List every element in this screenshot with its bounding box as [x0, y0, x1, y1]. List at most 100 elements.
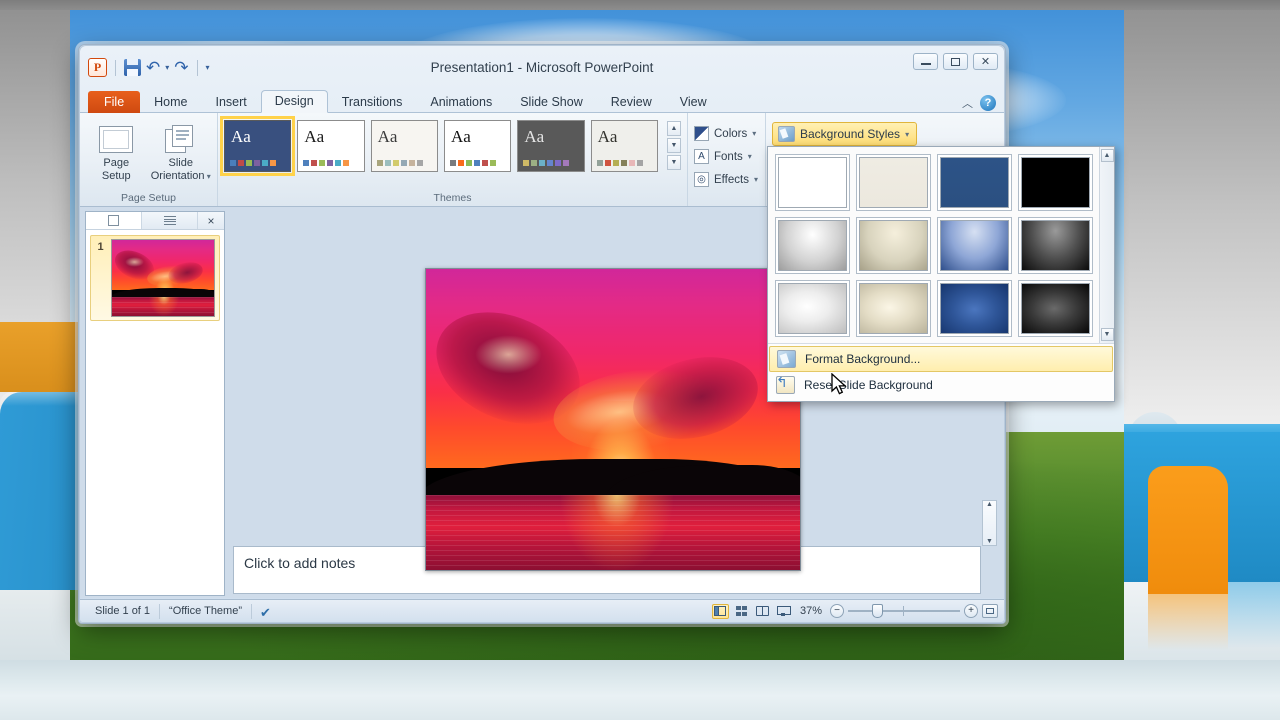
theme-angles[interactable]: Aa	[443, 120, 512, 172]
slide-canvas[interactable]	[425, 268, 801, 571]
tab-transitions[interactable]: Transitions	[328, 92, 417, 113]
themes-gallery: Aa Aa Aa Aa Aa Aa ▲ ▼ ▼	[219, 116, 681, 176]
theme-apex[interactable]: Aa	[517, 120, 585, 172]
zoom-slider[interactable]	[848, 604, 960, 618]
theme-colors-chevron-down-icon[interactable]: ▾	[752, 129, 756, 138]
theme-fonts-button[interactable]: A Fonts ▾	[694, 145, 759, 168]
theme-preview-text: Aa	[304, 127, 325, 146]
style-6[interactable]	[856, 217, 931, 274]
background-dropdown-menu: Format Background... Reset Slide Backgro…	[768, 343, 1114, 401]
outline-tab[interactable]	[142, 212, 198, 229]
themes-scroll-up-button[interactable]: ▲	[666, 121, 681, 136]
reset-slide-background-label: Reset Slide Background	[804, 378, 933, 392]
style-5[interactable]	[775, 217, 850, 274]
background-styles-gallery	[768, 147, 1099, 343]
background-styles-button[interactable]: Background Styles ▾	[772, 122, 918, 146]
style-2[interactable]	[856, 154, 931, 211]
style-11[interactable]	[937, 280, 1012, 337]
tab-insert[interactable]: Insert	[202, 92, 261, 113]
scroll-down-icon[interactable]: ▼	[1100, 328, 1114, 341]
close-pane-button[interactable]: ×	[198, 212, 224, 229]
view-reading-button[interactable]	[754, 604, 771, 619]
minimize-button[interactable]	[913, 53, 938, 70]
theme-preview-text: Aa	[450, 127, 471, 146]
close-button[interactable]: ✕	[973, 53, 998, 70]
themes-more-button[interactable]: ▼	[666, 155, 681, 170]
style-4-preview	[1021, 157, 1090, 208]
zoom-slider-handle[interactable]	[872, 604, 883, 618]
view-normal-button[interactable]	[711, 603, 729, 619]
style-10[interactable]	[856, 280, 931, 337]
theme-preview-text: Aa	[377, 127, 398, 146]
theme-effects-button[interactable]: ◎ Effects ▾	[694, 168, 759, 191]
tab-home[interactable]: Home	[140, 92, 201, 113]
background-gallery-scrollbar[interactable]: ▲ ▼	[1099, 147, 1114, 343]
zoom-slider-tick	[903, 606, 904, 616]
style-9-preview	[778, 283, 847, 334]
themes-group-label: Themes	[433, 192, 472, 204]
format-background-item[interactable]: Format Background...	[769, 346, 1113, 372]
tab-slide-show[interactable]: Slide Show	[506, 92, 597, 113]
slideshow-icon	[777, 606, 792, 616]
theme-office[interactable]: Aa	[297, 120, 365, 172]
slide-pane-tabs: ×	[86, 212, 224, 230]
tab-file[interactable]: File	[88, 91, 141, 113]
reset-slide-background-item[interactable]: Reset Slide Background	[768, 372, 1114, 398]
style-9[interactable]	[775, 280, 850, 337]
theme-effects-chevron-down-icon[interactable]: ▾	[754, 175, 758, 184]
zoom-in-button[interactable]: +	[964, 604, 978, 618]
ribbon-group-page-setup: Page Setup Slide Orientation ▾ Page Setu…	[80, 113, 217, 206]
view-slideshow-button[interactable]	[775, 604, 792, 619]
paint-bucket-icon	[777, 350, 796, 368]
zoom-level-label: 37%	[799, 605, 822, 617]
style-3[interactable]	[937, 154, 1012, 211]
restore-button[interactable]	[943, 53, 968, 70]
page-setup-label-line2: Setup	[101, 169, 131, 182]
themes-scroll-down-button[interactable]: ▼	[666, 138, 681, 153]
tab-design[interactable]: Design	[260, 90, 328, 113]
style-1[interactable]	[775, 154, 850, 211]
slide-thumbnails-list: 1	[86, 230, 224, 595]
fit-slide-to-window-button[interactable]	[982, 604, 998, 618]
theme-preview-text: Aa	[524, 127, 545, 146]
page-setup-label-line1: Page	[103, 157, 130, 169]
notes-scroll-up-icon[interactable]: ▲	[986, 501, 993, 508]
theme-effects-label: Effects	[714, 173, 749, 186]
help-icon[interactable]: ?	[980, 95, 996, 111]
theme-office-dark[interactable]: Aa	[219, 116, 296, 176]
style-4[interactable]	[1018, 154, 1093, 211]
theme-fonts-chevron-down-icon[interactable]: ▾	[748, 152, 752, 161]
slide-orientation-chevron-down-icon[interactable]: ▾	[205, 172, 211, 181]
slide-thumbnail-1[interactable]: 1	[90, 235, 220, 321]
font-a-icon: A	[694, 149, 709, 164]
style-7[interactable]	[937, 217, 1012, 274]
view-slide-sorter-button[interactable]	[733, 604, 750, 619]
scroll-up-icon[interactable]: ▲	[1100, 149, 1114, 162]
outline-tab-icon	[163, 216, 176, 225]
style-8[interactable]	[1018, 217, 1093, 274]
notes-scrollbar[interactable]: ▲ ▼	[982, 500, 997, 546]
window-controls: ✕	[913, 53, 998, 70]
spellcheck-icon[interactable]: ✔	[260, 605, 276, 620]
slide-thumbnails-pane: × 1	[85, 211, 225, 596]
slide-thumbnail-image[interactable]	[111, 239, 215, 317]
slides-tab[interactable]	[86, 212, 142, 229]
theme-apothecary[interactable]: Aa	[590, 120, 658, 172]
style-12[interactable]	[1018, 280, 1093, 337]
zoom-out-button[interactable]: −	[830, 604, 844, 618]
notes-scroll-down-icon[interactable]: ▼	[986, 538, 993, 545]
decor-reflection-blue	[1228, 582, 1280, 648]
ribbon-group-themes: Aa Aa Aa Aa Aa Aa ▲ ▼ ▼ Themes	[217, 113, 687, 206]
tab-animations[interactable]: Animations	[416, 92, 506, 113]
collapse-ribbon-chevron-up-icon[interactable]: ︿	[962, 95, 973, 111]
theme-color-swatches	[449, 160, 496, 166]
theme-adjacency[interactable]: Aa	[370, 120, 438, 172]
tab-view[interactable]: View	[666, 92, 721, 113]
tab-review[interactable]: Review	[597, 92, 666, 113]
style-8-preview	[1021, 220, 1090, 271]
status-bar: Slide 1 of 1 “Office Theme” ✔ 37% − +	[80, 599, 1004, 622]
theme-colors-button[interactable]: Colors ▾	[694, 122, 759, 145]
slide-background-image	[426, 269, 800, 570]
ribbon-tabs: File Home Insert Design Transitions Anim…	[80, 90, 1004, 113]
background-styles-chevron-down-icon[interactable]: ▾	[905, 130, 909, 139]
